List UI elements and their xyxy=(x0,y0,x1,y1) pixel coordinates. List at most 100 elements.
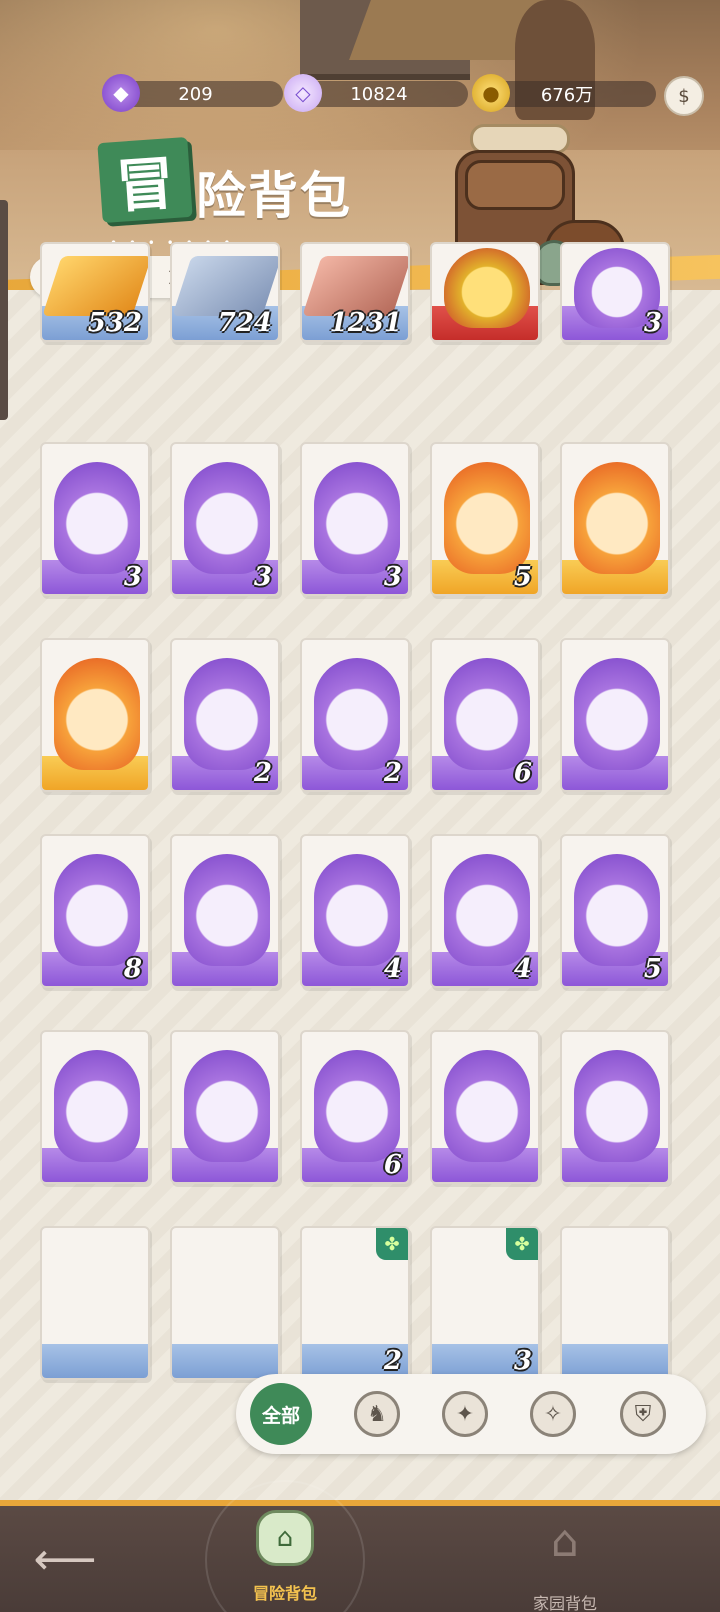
item-art xyxy=(444,1246,530,1358)
filter-all-button[interactable]: 全部 xyxy=(250,1383,312,1445)
item-card[interactable]: 6 xyxy=(430,638,540,792)
item-art xyxy=(54,854,140,966)
item-art xyxy=(184,1246,270,1358)
item-card[interactable]: 3 xyxy=(300,442,410,596)
currency-value: 209 xyxy=(178,83,213,105)
item-art xyxy=(444,248,530,328)
item-card[interactable] xyxy=(430,242,540,342)
nav-home-label: 家园背包 xyxy=(532,1594,597,1612)
item-art xyxy=(314,854,400,966)
item-count: 5 xyxy=(513,562,532,592)
item-count: 6 xyxy=(513,758,532,788)
page-title: 险背包 xyxy=(196,166,352,225)
item-count: 724 xyxy=(217,308,272,338)
item-card[interactable]: 8 xyxy=(40,834,150,988)
compass-icon[interactable]: ✧ xyxy=(530,1391,576,1437)
side-tab[interactable] xyxy=(0,200,8,420)
nav-adventure-label: 冒险背包 xyxy=(252,1584,317,1603)
bottom-nav: ⟵ ⌂ 冒险背包 ⌂ 家园背包 xyxy=(0,1480,720,1612)
nav-adventure-backpack[interactable]: ⌂ 冒险背包 xyxy=(205,1470,365,1612)
item-art xyxy=(314,462,400,574)
shield-icon[interactable]: ⛨ xyxy=(620,1391,666,1437)
item-card[interactable]: 2 xyxy=(170,638,280,792)
item-count: 6 xyxy=(383,1150,402,1180)
ingot-icon xyxy=(302,256,408,316)
money-bag-icon: $ xyxy=(678,85,690,107)
item-art xyxy=(184,854,270,966)
money-bag-button[interactable]: $ xyxy=(664,76,704,116)
currency-gold-coin[interactable]: 676万 ● xyxy=(472,74,656,112)
unicorn-icon[interactable]: ♞ xyxy=(354,1391,400,1437)
item-card[interactable]: ✤ 3 xyxy=(430,1226,540,1380)
item-card[interactable] xyxy=(40,1030,150,1184)
category-filter-bar: 全部 ♞ ✦ ✧ ⛨ xyxy=(236,1374,706,1454)
item-count: 2 xyxy=(383,1346,402,1376)
star-icon[interactable]: ✦ xyxy=(442,1391,488,1437)
item-art xyxy=(54,658,140,770)
item-art xyxy=(444,1050,530,1162)
back-arrow-icon[interactable]: ⟵ xyxy=(30,1534,100,1585)
item-count: 3 xyxy=(643,308,662,338)
item-count: 3 xyxy=(123,562,142,592)
backpack-icon: ⌂ xyxy=(256,1510,314,1566)
item-art xyxy=(574,1246,660,1358)
item-art xyxy=(184,462,270,574)
item-card[interactable]: 5 xyxy=(430,442,540,596)
currency-value: 10824 xyxy=(350,83,408,105)
item-card[interactable] xyxy=(40,638,150,792)
item-art xyxy=(574,854,660,966)
item-art xyxy=(574,462,660,574)
item-card[interactable]: 4 xyxy=(300,834,410,988)
item-count: 8 xyxy=(123,954,142,984)
item-count: 4 xyxy=(383,954,402,984)
item-card[interactable]: 6 xyxy=(300,1030,410,1184)
item-card[interactable]: 1231 xyxy=(300,242,410,342)
title-badge: 冒 xyxy=(97,136,193,224)
item-count: 3 xyxy=(253,562,272,592)
item-art xyxy=(314,1050,400,1162)
item-card[interactable] xyxy=(40,1226,150,1380)
item-count: 3 xyxy=(383,562,402,592)
item-card[interactable]: 4 xyxy=(430,834,540,988)
title-first-char: 冒 xyxy=(114,149,177,221)
item-card[interactable] xyxy=(560,1030,670,1184)
item-count: 1231 xyxy=(329,308,402,338)
item-count: 3 xyxy=(513,1346,532,1376)
house-icon: ⌂ xyxy=(551,1516,579,1567)
item-art xyxy=(444,854,530,966)
item-card[interactable]: 724 xyxy=(170,242,280,342)
nav-home-backpack[interactable]: ⌂ 家园背包 xyxy=(510,1516,620,1612)
item-art xyxy=(54,462,140,574)
item-art xyxy=(444,462,530,574)
ingot-icon xyxy=(172,256,278,316)
item-count: 532 xyxy=(87,308,142,338)
item-card[interactable]: 532 xyxy=(40,242,150,342)
item-card[interactable] xyxy=(560,638,670,792)
item-card[interactable] xyxy=(430,1030,540,1184)
currency-diamond[interactable]: 10824 ◇ xyxy=(284,74,468,112)
item-card[interactable]: 5 xyxy=(560,834,670,988)
item-count: 5 xyxy=(643,954,662,984)
item-count: 4 xyxy=(513,954,532,984)
item-card[interactable] xyxy=(170,834,280,988)
item-art xyxy=(444,658,530,770)
item-art xyxy=(314,1246,400,1358)
currency-purple-crystal[interactable]: 209 ◆ xyxy=(102,74,283,112)
item-art xyxy=(54,1050,140,1162)
item-card[interactable]: 3 xyxy=(40,442,150,596)
item-card[interactable]: 2 xyxy=(300,638,410,792)
item-card[interactable]: ✤ 2 xyxy=(300,1226,410,1380)
purple-crystal-icon: ◆ xyxy=(102,74,140,112)
item-card[interactable] xyxy=(170,1030,280,1184)
backpack-flap xyxy=(465,160,565,210)
gold-coin-icon: ● xyxy=(472,74,510,112)
diamond-icon: ◇ xyxy=(284,74,322,112)
item-card[interactable]: 3 xyxy=(560,242,670,342)
item-card[interactable] xyxy=(560,442,670,596)
item-card[interactable] xyxy=(170,1226,280,1380)
item-card[interactable]: 3 xyxy=(170,442,280,596)
item-art xyxy=(184,1050,270,1162)
item-card[interactable] xyxy=(560,1226,670,1380)
item-art xyxy=(54,1246,140,1358)
item-art xyxy=(574,658,660,770)
